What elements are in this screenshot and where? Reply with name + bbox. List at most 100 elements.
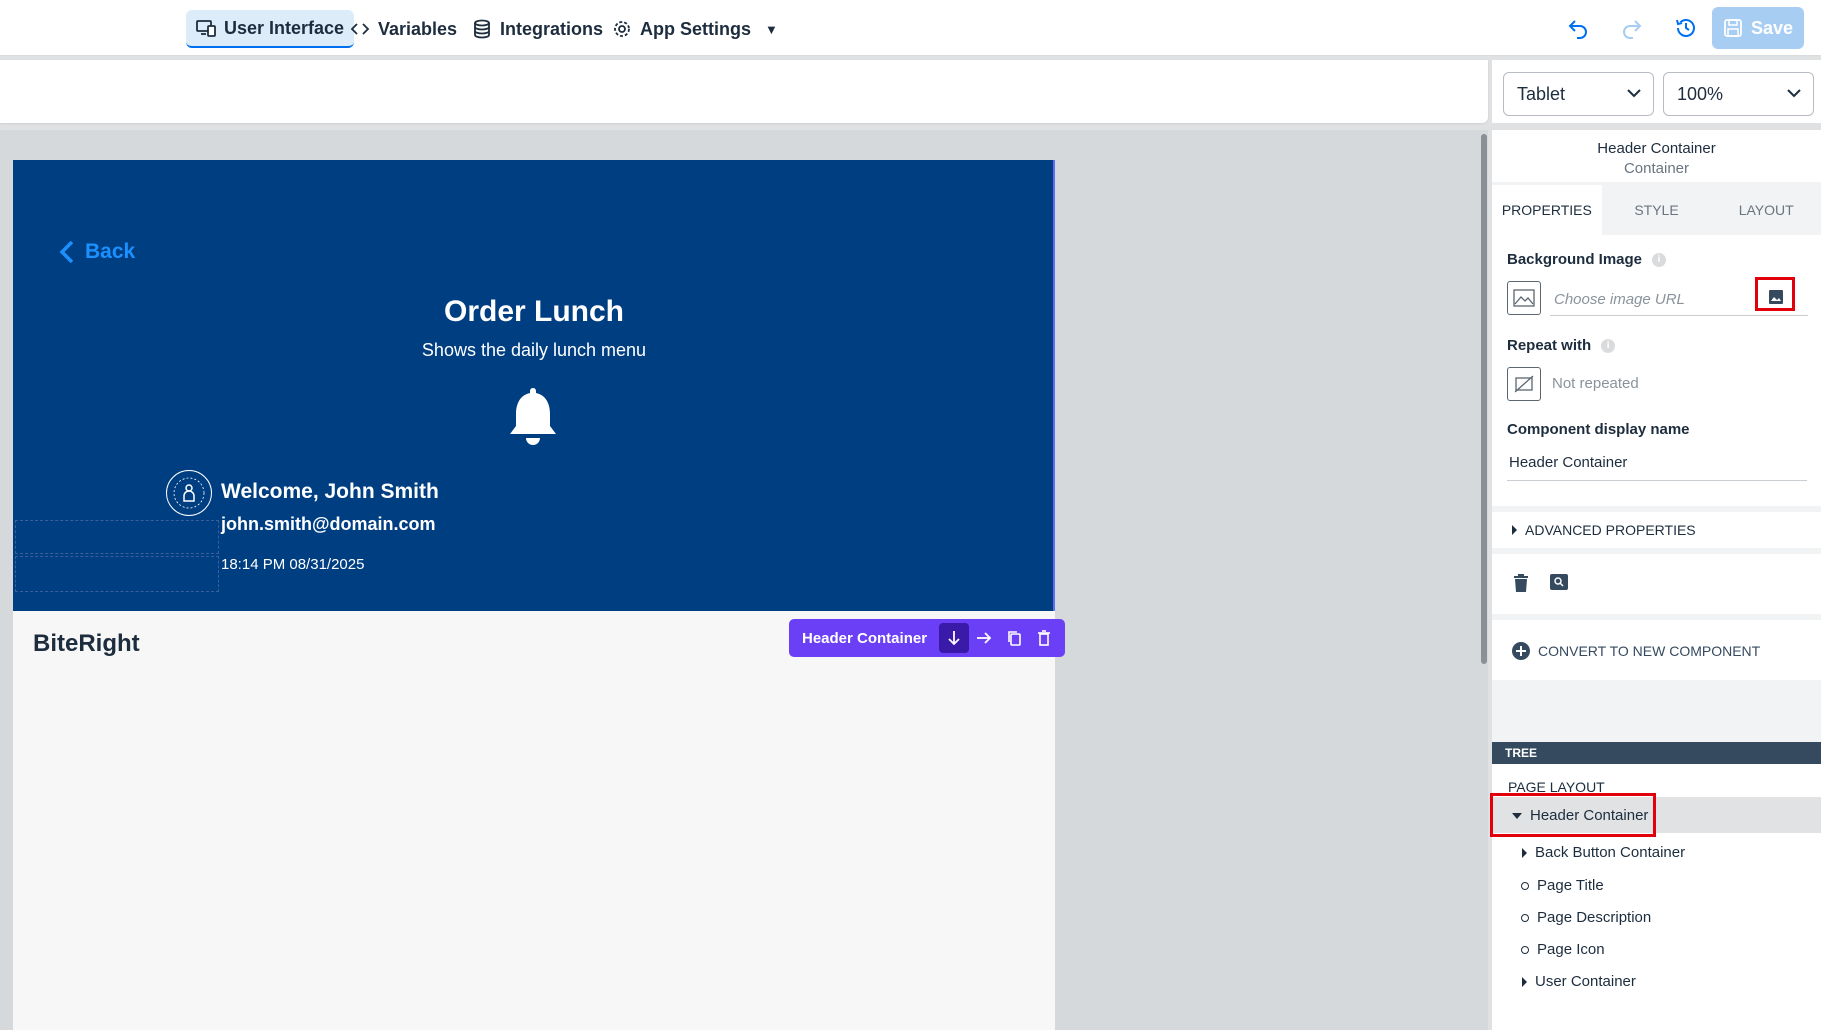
convert-button[interactable]: CONVERT TO NEW COMPONENT — [1512, 642, 1760, 660]
top-bar: User Interface Variables Integrations Ap… — [0, 0, 1821, 56]
datetime-text[interactable]: 18:14 PM 08/31/2025 — [221, 556, 364, 573]
tab-label: Integrations — [500, 18, 604, 39]
repeat-button[interactable] — [1507, 367, 1541, 401]
tab-properties[interactable]: PROPERTIES — [1492, 185, 1602, 235]
arrow-down-icon — [948, 631, 960, 646]
code-icon — [350, 23, 370, 35]
advanced-section[interactable]: ADVANCED PROPERTIES — [1492, 512, 1821, 548]
device-value: Tablet — [1517, 83, 1566, 104]
tree-header: TREE — [1492, 742, 1821, 764]
gear-icon — [614, 21, 630, 37]
caret-down-icon: ▼ — [765, 21, 778, 37]
display-name-label: Component display name — [1507, 421, 1690, 438]
repeat-off-icon — [1514, 375, 1534, 393]
user-email[interactable]: john.smith@domain.com — [221, 514, 436, 535]
bullet-icon — [1521, 881, 1529, 890]
save-label: Save — [1750, 17, 1794, 38]
chevron-left-icon — [59, 240, 74, 264]
device-select[interactable]: Tablet — [1503, 72, 1654, 116]
background-image-label: Background Image i — [1507, 251, 1667, 268]
zoom-value: 100% — [1677, 83, 1724, 104]
arrow-right-icon — [977, 632, 992, 644]
add-circle-icon — [1512, 642, 1530, 660]
move-down-button[interactable] — [939, 623, 969, 653]
chevron-down-icon — [1787, 89, 1801, 98]
history-icon[interactable] — [1672, 14, 1700, 42]
properties-panel: Header Container Container PROPERTIES ST… — [1490, 130, 1821, 1030]
component-type: Container — [1623, 160, 1690, 177]
tab-layout[interactable]: LAYOUT — [1711, 185, 1821, 235]
properties-section: Background Image i Choose image URL Repe… — [1492, 235, 1821, 506]
image-url-field[interactable]: Choose image URL — [1554, 291, 1685, 308]
tree-item-user-container[interactable]: User Container — [1522, 973, 1636, 990]
repeat-label: Repeat with i — [1507, 337, 1616, 354]
highlight-box — [1490, 793, 1656, 837]
label-text: Component display name — [1507, 421, 1690, 438]
placeholder-slot[interactable] — [15, 520, 219, 554]
highlight-box — [1755, 277, 1795, 311]
info-icon[interactable]: i — [1601, 338, 1616, 353]
tab-variables[interactable]: Variables — [340, 10, 467, 48]
section-label: ADVANCED PROPERTIES — [1525, 522, 1696, 538]
bell-icon[interactable] — [503, 384, 563, 448]
advanced-properties-toggle[interactable]: ADVANCED PROPERTIES — [1512, 522, 1696, 538]
save-icon — [1724, 19, 1742, 37]
tree-item-page-icon[interactable]: Page Icon — [1521, 941, 1605, 958]
component-name: Header Container — [1597, 140, 1716, 157]
bullet-icon — [1521, 913, 1529, 922]
welcome-text[interactable]: Welcome, John Smith — [221, 480, 439, 504]
avatar[interactable] — [166, 470, 212, 516]
repeat-value[interactable]: Not repeated — [1552, 375, 1639, 392]
app-page-preview: Back Order Lunch Shows the daily lunch m… — [13, 160, 1065, 1030]
display-name-input[interactable]: Header Container — [1509, 454, 1627, 471]
tab-user-interface[interactable]: User Interface — [186, 10, 355, 48]
label-text: Repeat with — [1507, 337, 1592, 354]
selection-toolbar: Header Container — [789, 619, 1065, 657]
move-right-button[interactable] — [969, 623, 999, 653]
actions-section — [1492, 554, 1821, 614]
header-container[interactable]: Back Order Lunch Shows the daily lunch m… — [13, 160, 1055, 611]
back-label: Back — [85, 240, 136, 263]
page-description[interactable]: Shows the daily lunch menu — [13, 340, 1055, 361]
tab-app-settings[interactable]: App Settings ▼ — [602, 10, 788, 48]
save-button[interactable]: Save — [1712, 7, 1804, 49]
trash-icon[interactable] — [1514, 574, 1528, 597]
caret-right-icon — [1522, 847, 1527, 858]
panel-tabs: PROPERTIES STYLE LAYOUT — [1492, 185, 1821, 235]
tree-item-page-title[interactable]: Page Title — [1521, 877, 1604, 894]
undo-icon[interactable] — [1564, 14, 1592, 42]
caret-right-icon — [1522, 976, 1527, 987]
page-title[interactable]: Order Lunch — [13, 295, 1055, 329]
trash-icon — [1038, 630, 1050, 646]
convert-section: CONVERT TO NEW COMPONENT — [1492, 620, 1821, 680]
field-underline — [1507, 480, 1807, 481]
inspect-icon[interactable] — [1550, 574, 1568, 595]
info-icon[interactable]: i — [1652, 252, 1667, 267]
devices-icon — [196, 20, 216, 37]
redo-icon[interactable] — [1618, 14, 1646, 42]
caret-right-icon — [1512, 525, 1517, 535]
tab-integrations[interactable]: Integrations — [462, 10, 613, 48]
tab-label: User Interface — [224, 17, 345, 38]
placeholder-slot[interactable] — [15, 556, 219, 592]
image-preview[interactable] — [1507, 281, 1541, 315]
back-button[interactable]: Back — [59, 240, 135, 264]
component-header: Header Container Container — [1492, 130, 1821, 182]
convert-label: CONVERT TO NEW COMPONENT — [1538, 643, 1761, 659]
tree-label: Page Title — [1537, 877, 1604, 894]
tab-label: App Settings — [640, 18, 751, 39]
bullet-icon — [1521, 945, 1529, 954]
brand-name[interactable]: BiteRight — [33, 630, 140, 658]
canvas-scrollbar[interactable] — [1481, 134, 1487, 664]
user-icon — [173, 477, 205, 509]
tree-label: Page Description — [1537, 909, 1652, 926]
tab-style[interactable]: STYLE — [1601, 185, 1712, 235]
delete-button[interactable] — [1029, 623, 1059, 653]
tree-item-page-description[interactable]: Page Description — [1521, 909, 1651, 926]
tree-label: Page Icon — [1537, 941, 1605, 958]
copy-icon — [1008, 631, 1021, 646]
image-icon — [1513, 289, 1535, 307]
duplicate-button[interactable] — [999, 623, 1029, 653]
tree-item-back-button-container[interactable]: Back Button Container — [1522, 844, 1685, 861]
zoom-select[interactable]: 100% — [1663, 72, 1814, 116]
